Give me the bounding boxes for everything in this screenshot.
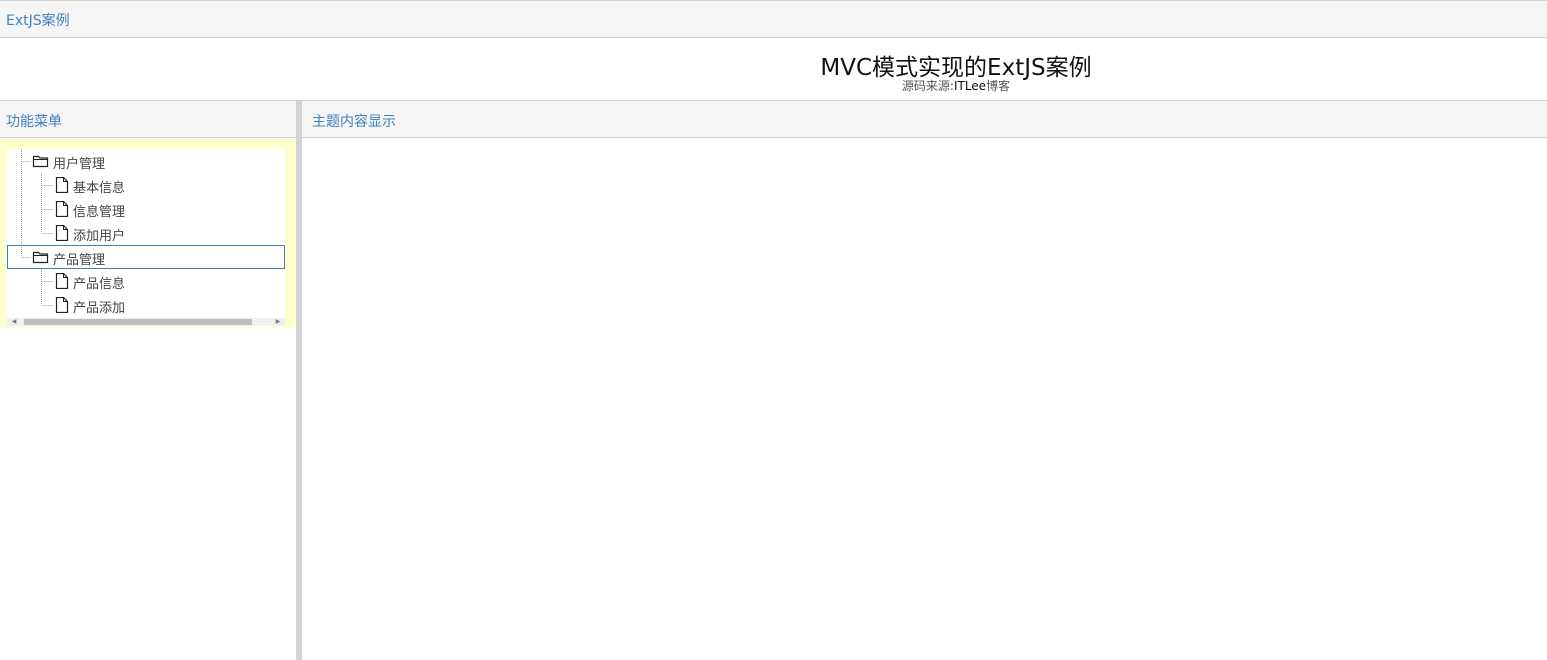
file-icon	[53, 200, 71, 218]
tree-leaf-label: 产品添加	[73, 301, 126, 316]
tree-node-product-management[interactable]: 产品管理	[7, 245, 285, 269]
file-icon	[53, 224, 71, 242]
menu-panel-title: 功能菜单	[6, 114, 62, 130]
scroll-right-arrow-icon[interactable]: ▶	[271, 318, 285, 326]
app-header: ExtJS案例	[0, 0, 1547, 38]
tree-leaf-label: 添加用户	[73, 229, 126, 244]
file-icon	[53, 296, 71, 314]
banner-subtitle-prefix: 源码来源:	[901, 79, 954, 93]
tree-horizontal-scrollbar[interactable]: ◀ ▶	[7, 318, 285, 326]
scrollbar-thumb[interactable]	[24, 319, 252, 325]
banner: MVC模式实现的ExtJS案例 源码来源:ITLee博客	[0, 38, 1547, 101]
menu-panel-header: 功能菜单	[0, 101, 296, 138]
folder-open-icon	[32, 249, 50, 265]
menu-panel: 功能菜单 用户管理 基本信息 信息管理 添加用户 产品管理 产品信息 产品添加 …	[0, 101, 296, 660]
tree-leaf-add-user[interactable]: 添加用户	[7, 221, 285, 245]
tree-node-label: 产品管理	[53, 253, 106, 268]
tree-leaf-info-management[interactable]: 信息管理	[7, 197, 285, 221]
scroll-left-arrow-icon[interactable]: ◀	[7, 318, 21, 326]
file-icon	[53, 272, 71, 290]
tree-leaf-product-add[interactable]: 产品添加	[7, 293, 285, 317]
banner-subtitle-suffix: 博客	[986, 79, 1011, 93]
content-panel: 主题内容显示	[302, 101, 1547, 660]
banner-subtitle: 源码来源:ITLee博客	[0, 77, 1547, 94]
tree-leaf-label: 基本信息	[73, 181, 126, 196]
menu-tree: 用户管理 基本信息 信息管理 添加用户 产品管理 产品信息 产品添加	[7, 149, 285, 327]
app-title: ExtJS案例	[6, 13, 70, 29]
tree-leaf-label: 产品信息	[73, 277, 126, 292]
content-panel-header: 主题内容显示	[302, 101, 1547, 138]
banner-source-link[interactable]: ITLee	[954, 79, 986, 93]
folder-open-icon	[32, 153, 50, 169]
tree-leaf-label: 信息管理	[73, 205, 126, 220]
tree-node-label: 用户管理	[53, 157, 106, 172]
tree-leaf-basic-info[interactable]: 基本信息	[7, 173, 285, 197]
tree-leaf-product-info[interactable]: 产品信息	[7, 269, 285, 293]
tree-node-user-management[interactable]: 用户管理	[7, 149, 285, 173]
menu-tree-container: 用户管理 基本信息 信息管理 添加用户 产品管理 产品信息 产品添加	[0, 139, 296, 328]
content-panel-title: 主题内容显示	[312, 114, 396, 130]
file-icon	[53, 176, 71, 194]
